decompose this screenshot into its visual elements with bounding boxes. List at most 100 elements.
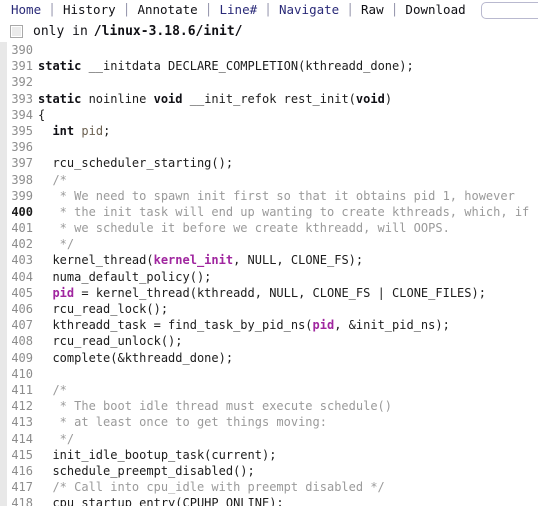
code-line: 407 kthreadd_task = find_task_by_pid_ns(…	[0, 317, 538, 333]
code-token: kernel_init	[153, 253, 234, 268]
line-number[interactable]: 391	[0, 58, 35, 74]
nav-separator: |	[204, 2, 213, 17]
line-number[interactable]: 406	[0, 301, 35, 317]
code-line: 406 rcu_read_lock();	[0, 301, 538, 317]
code-line-text: static noinline void __init_refok rest_i…	[35, 91, 392, 107]
code-line: 417 /* Call into cpu_idle with preempt d…	[0, 479, 538, 495]
line-number[interactable]: 393	[0, 91, 35, 107]
nav-separator: |	[346, 2, 355, 17]
code-token: */	[38, 237, 75, 252]
line-number[interactable]: 414	[0, 431, 35, 447]
nav-separator: |	[48, 2, 56, 17]
code-line: 413 * at least once to get things moving…	[0, 414, 538, 430]
nav-link-navigate[interactable]: Navigate	[272, 0, 346, 20]
line-number[interactable]: 400	[0, 204, 35, 220]
line-number[interactable]: 410	[0, 366, 35, 382]
code-token: ;	[103, 123, 111, 138]
code-token: init_idle_bootup_task(current);	[38, 447, 277, 462]
code-line: 392	[0, 74, 538, 90]
code-line-list: 390 391 static __initdata DECLARE_COMPLETI…	[0, 42, 538, 506]
code-token: * The boot idle thread must execute sche…	[38, 399, 393, 414]
code-line: 409 complete(&kthreadd_done);	[0, 350, 538, 366]
code-token: void	[355, 91, 385, 106]
code-token: , NULL, CLONE_FS);	[233, 253, 364, 268]
code-line-text: init_idle_bootup_task(current);	[35, 447, 276, 463]
line-number[interactable]: 399	[0, 188, 35, 204]
line-number[interactable]: 418	[0, 495, 35, 506]
code-line: 404 numa_default_policy();	[0, 269, 538, 285]
path-filter-bar: only in /linux-3.18.6/init/	[0, 20, 538, 42]
line-number[interactable]: 408	[0, 333, 35, 349]
line-number[interactable]: 394	[0, 107, 35, 123]
nav-link-history[interactable]: History	[56, 0, 123, 20]
code-token: * at least once to get things moving:	[38, 415, 327, 430]
code-token: noinline	[81, 91, 154, 106]
current-path-text: /linux-3.18.6/init/	[93, 23, 243, 39]
code-token: schedule_preempt_disabled();	[38, 463, 255, 478]
code-line: 414 */	[0, 431, 538, 447]
line-number[interactable]: 390	[0, 42, 35, 58]
line-number[interactable]: 392	[0, 74, 35, 90]
top-navigation-bar: Home | History | Annotate | Line# | Navigate | Raw…	[0, 0, 538, 20]
code-line: 398 /*	[0, 172, 538, 188]
nav-separator: |	[122, 2, 131, 17]
search-input[interactable]	[480, 1, 538, 19]
line-number[interactable]: 407	[0, 317, 35, 333]
line-number[interactable]: 402	[0, 236, 35, 252]
line-number[interactable]: 405	[0, 285, 35, 301]
code-token: , &init_pid_ns);	[334, 318, 450, 333]
code-line-text: * We need to spawn init first so that it…	[35, 188, 515, 204]
code-token: cpu_startup_entry(CPUHP_ONLINE);	[38, 496, 284, 506]
nav-separator: |	[390, 2, 399, 17]
nav-link-raw[interactable]: Raw	[354, 0, 391, 20]
code-line: 411 /*	[0, 382, 538, 398]
code-line: 390	[0, 42, 538, 58]
code-line-text: */	[35, 431, 74, 447]
line-number[interactable]: 396	[0, 139, 35, 155]
code-token: /*	[38, 382, 67, 397]
nav-link-home[interactable]: Home	[4, 0, 48, 20]
code-line-text: /*	[35, 382, 67, 398]
line-number[interactable]: 409	[0, 350, 35, 366]
code-line-text: * we schedule it before we create kthrea…	[35, 220, 450, 236]
code-line: 391 static __initdata DECLARE_COMPLETION(…	[0, 58, 538, 74]
nav-link-annotate[interactable]: Annotate	[130, 0, 204, 20]
code-line: 395 int pid;	[0, 123, 538, 139]
line-number[interactable]: 397	[0, 155, 35, 171]
line-number[interactable]: 395	[0, 123, 35, 139]
line-number[interactable]: 413	[0, 414, 35, 430]
code-token: pid	[52, 285, 75, 300]
code-token: kernel_thread(	[38, 253, 154, 268]
source-code-viewer[interactable]: 390 391 static __initdata DECLARE_COMPLETI…	[0, 42, 538, 506]
code-token: * the init task will end up wanting to c…	[38, 204, 530, 219]
line-number[interactable]: 412	[0, 398, 35, 414]
code-token: pid	[81, 123, 104, 138]
nav-link-line[interactable]: Line#	[213, 0, 265, 20]
line-number[interactable]: 411	[0, 382, 35, 398]
code-line-text: /*	[35, 172, 67, 188]
line-number[interactable]: 401	[0, 220, 35, 236]
code-line: 416 schedule_preempt_disabled();	[0, 463, 538, 479]
code-line: 402 */	[0, 236, 538, 252]
line-number[interactable]: 404	[0, 269, 35, 285]
only-in-path-checkbox[interactable]	[10, 24, 23, 38]
code-line: 405 pid = kernel_thread(kthreadd, NULL, …	[0, 285, 538, 301]
line-number[interactable]: 416	[0, 463, 35, 479]
code-token: rcu_read_lock();	[38, 302, 169, 316]
nav-link-download[interactable]: Download	[398, 0, 472, 20]
line-number[interactable]: 415	[0, 447, 35, 463]
code-token: static	[38, 59, 82, 74]
code-token: /*	[38, 172, 67, 187]
line-number[interactable]: 398	[0, 172, 35, 188]
line-number[interactable]: 403	[0, 252, 35, 268]
code-token: void	[153, 91, 183, 106]
line-number[interactable]: 417	[0, 479, 35, 495]
code-token: {	[38, 107, 46, 122]
code-line: 418 cpu_startup_entry(CPUHP_ONLINE);	[0, 495, 538, 506]
code-token: kthreadd_task = find_task_by_pid_ns(	[38, 318, 313, 333]
